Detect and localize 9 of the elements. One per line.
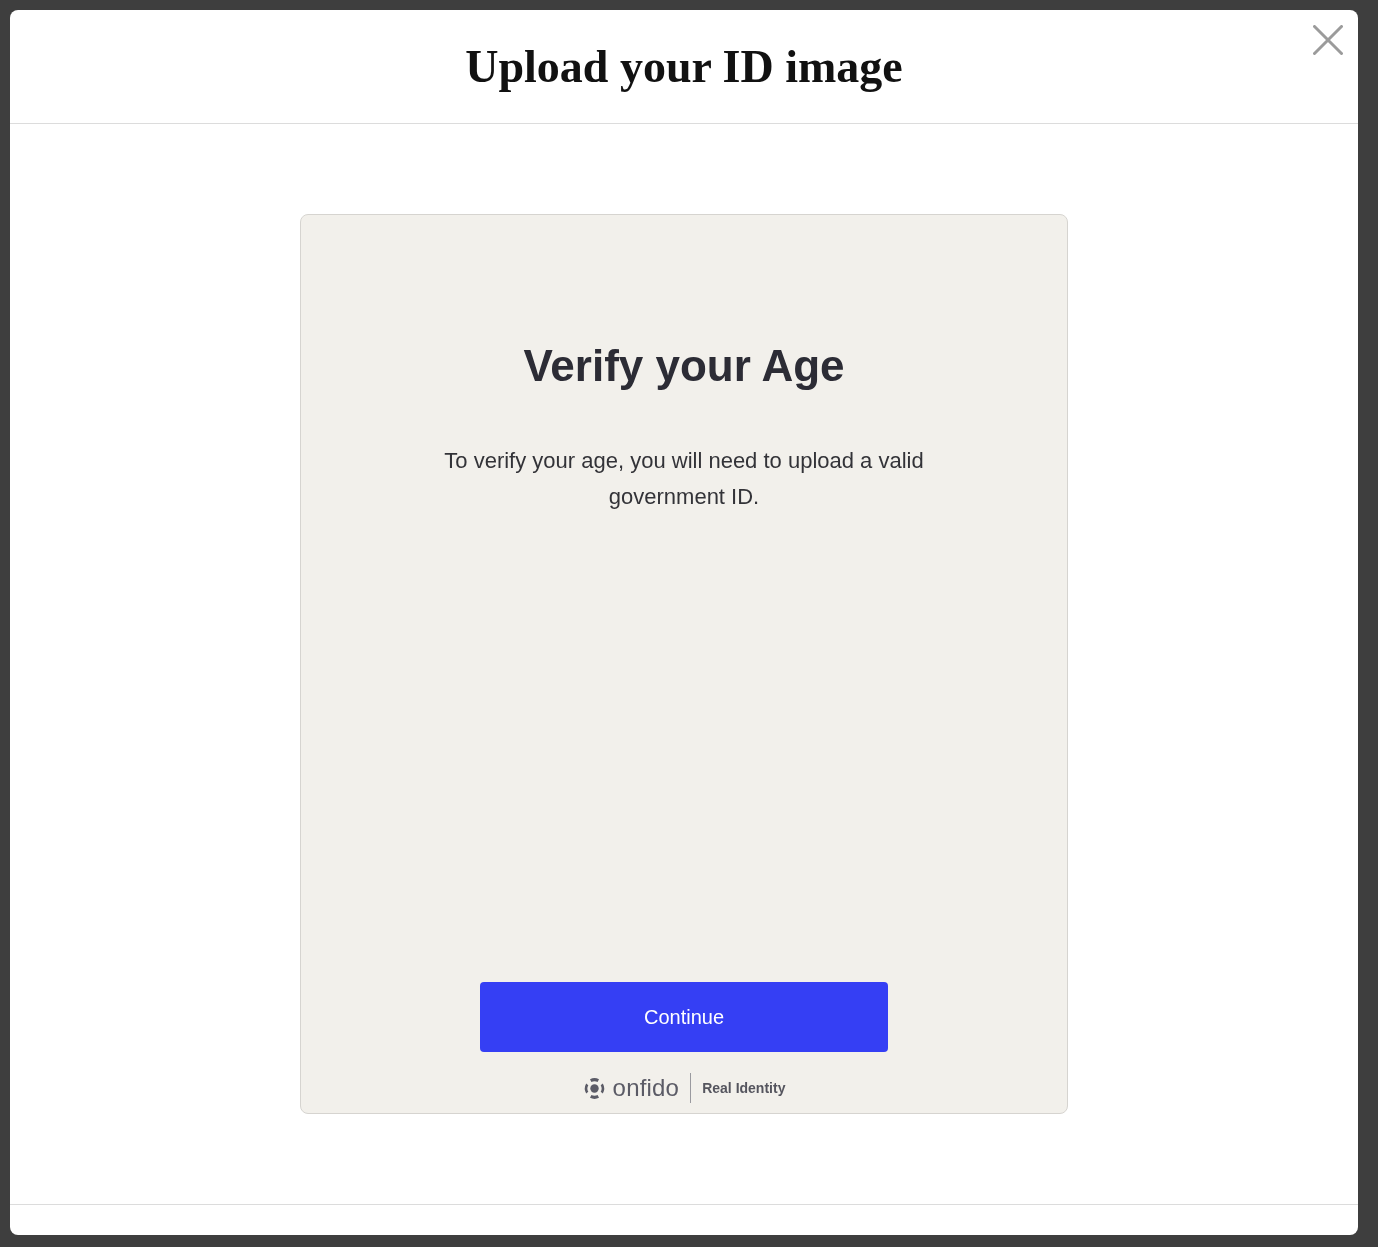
close-button[interactable] [1313, 25, 1343, 55]
logo-icon [582, 1076, 606, 1100]
dialog-title: Upload your ID image [465, 40, 903, 93]
card-heading: Verify your Age [523, 340, 845, 392]
brand-tagline: Real Identity [702, 1080, 786, 1096]
continue-button[interactable]: Continue [480, 982, 888, 1052]
close-icon [1313, 25, 1343, 55]
card-message: To verify your age, you will need to upload a valid government ID. [443, 447, 925, 511]
brand-wordmark: onfido [612, 1074, 680, 1102]
